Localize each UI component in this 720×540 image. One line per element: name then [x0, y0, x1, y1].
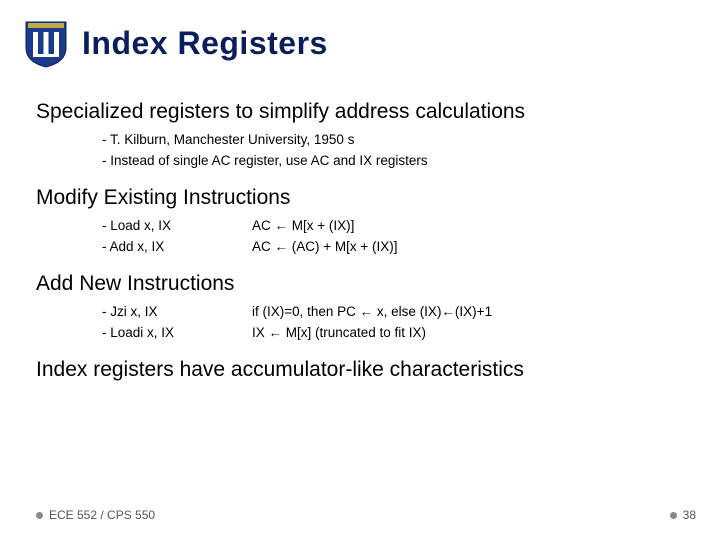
list-item: - Instead of single AC register, use AC …	[102, 151, 684, 172]
instruction-row: - Load x, IX AC ← M[x + (IX)]	[36, 216, 684, 237]
section-heading-1: Specialized registers to simplify addres…	[36, 100, 684, 124]
instruction-effect: if (IX)=0, then PC ← x, else (IX)←(IX)+1	[252, 302, 684, 323]
instruction-name: - Loadi x, IX	[102, 323, 252, 344]
list-item: - T. Kilburn, Manchester University, 195…	[102, 130, 684, 151]
bullet-icon	[36, 512, 43, 519]
page-number: 38	[683, 508, 696, 522]
instruction-row: - Jzi x, IX if (IX)=0, then PC ← x, else…	[36, 302, 684, 323]
instruction-row: - Loadi x, IX IX ← M[x] (truncated to fi…	[36, 323, 684, 344]
slide-footer: ECE 552 / CPS 550 38	[0, 508, 720, 522]
section-heading-4: Index registers have accumulator-like ch…	[36, 358, 684, 382]
instruction-name: - Load x, IX	[102, 216, 252, 237]
slide-title: Index Registers	[82, 25, 328, 62]
instruction-row: - Add x, IX AC ← (AC) + M[x + (IX)]	[36, 237, 684, 258]
instruction-effect: IX ← M[x] (truncated to fit IX)	[252, 323, 684, 344]
section-heading-2: Modify Existing Instructions	[36, 186, 684, 210]
university-shield-icon	[24, 18, 68, 68]
section-heading-3: Add New Instructions	[36, 272, 684, 296]
instruction-effect: AC ← M[x + (IX)]	[252, 216, 684, 237]
instruction-name: - Add x, IX	[102, 237, 252, 258]
slide-content: Specialized registers to simplify addres…	[0, 68, 720, 382]
instruction-effect: AC ← (AC) + M[x + (IX)]	[252, 237, 684, 258]
bullet-icon	[670, 512, 677, 519]
course-label: ECE 552 / CPS 550	[49, 508, 155, 522]
instruction-name: - Jzi x, IX	[102, 302, 252, 323]
